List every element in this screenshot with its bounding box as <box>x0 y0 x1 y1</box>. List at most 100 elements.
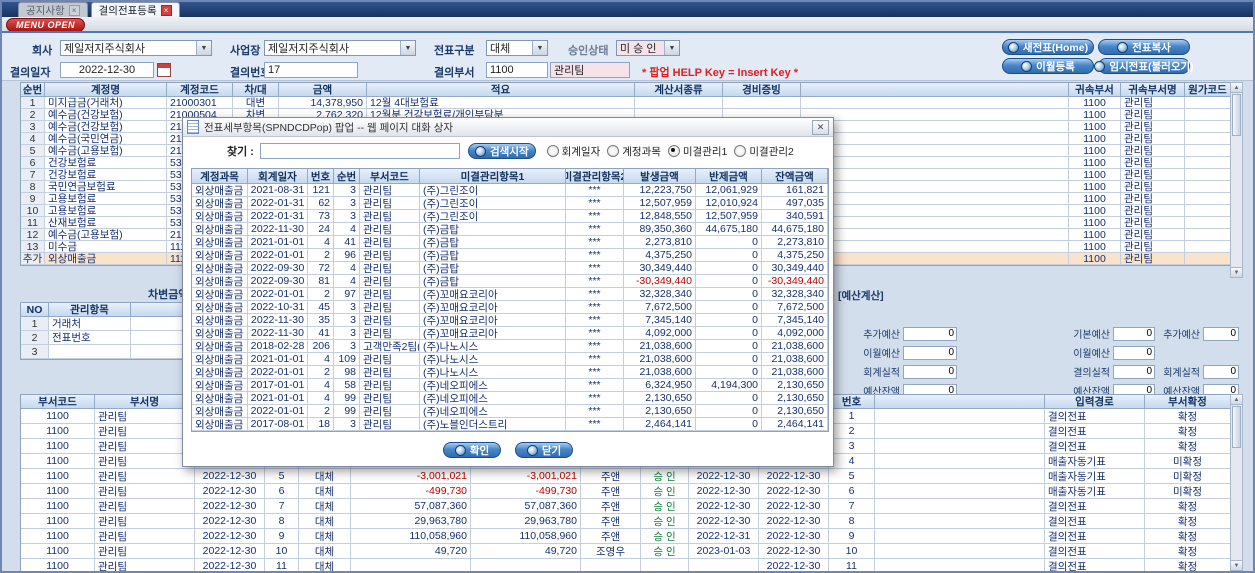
company-select[interactable]: 제일저지주식회사 ▼ <box>60 40 212 56</box>
table-row[interactable]: 외상매출금 2021-08-31 121 3 관리팀 (주)그린조이 *** 12,223,7… <box>192 184 828 197</box>
resolution-no-input[interactable] <box>264 62 358 78</box>
scroll-thumb[interactable] <box>1232 406 1241 448</box>
search-input[interactable] <box>259 143 460 159</box>
cell: 12,507,959 <box>624 197 696 210</box>
scroll-down-icon[interactable]: ▼ <box>1231 560 1242 570</box>
cell: 외상매출금 <box>192 249 248 262</box>
table-row[interactable]: 외상매출금 2022-11-30 24 4 관리팀 (주)금탑 *** 89,350,360 4… <box>192 223 828 236</box>
table-row[interactable]: 외상매출금 2022-01-31 62 3 관리팀 (주)그린조이 *** 12,507,95… <box>192 197 828 210</box>
table-row[interactable]: 외상매출금 2017-01-01 4 58 관리팀 (주)네오피에스 *** 6,324,95… <box>192 379 828 392</box>
cell: 2022-12-30 <box>759 499 829 514</box>
table-row[interactable]: 1100 관리팀 2022-12-30 8 대체 29,963,780 29,963,780… <box>21 514 1231 529</box>
cell: 2022-10-31 <box>248 301 308 314</box>
table-row[interactable]: 1100 관리팀 2022-12-30 11 대체 2022-12-30 11 결의전표 확정 <box>21 559 1231 571</box>
column-header: 미결관리항목2 <box>566 169 624 184</box>
table-row[interactable]: 1100 관리팀 2022-12-30 7 대체 57,087,360 57,087,360… <box>21 499 1231 514</box>
table-row[interactable]: 외상매출금 2022-10-31 45 3 관리팀 (주)꼬매요코리아 *** 7,672,5… <box>192 301 828 314</box>
table-row[interactable]: 외상매출금 2022-01-01 2 96 관리팀 (주)금탑 *** 4,375,250 0 4… <box>192 249 828 262</box>
budget-input[interactable] <box>1113 345 1155 360</box>
carryover-register-button[interactable]: 이월등록 <box>1002 58 1094 74</box>
filter-radio[interactable]: 미결관리2 <box>734 144 794 159</box>
table-row[interactable]: 외상매출금 2022-01-01 2 98 관리팀 (주)나노시스 *** 21,038,60… <box>192 366 828 379</box>
popup-titlebar[interactable]: 전표세부항목(SPNDCDPop) 팝업 -- 웹 페이지 대화 상자 ✕ <box>183 118 833 137</box>
tab-label: 결의전표등록 <box>98 4 157 17</box>
table-row[interactable]: 외상매출금 2022-01-01 2 99 관리팀 (주)네오피에스 *** 2,130,65… <box>192 405 828 418</box>
cell: -499,730 <box>351 484 471 499</box>
copy-voucher-button[interactable]: 전표복사 <box>1098 39 1190 55</box>
scroll-down-icon[interactable]: ▼ <box>1231 267 1242 277</box>
cell: 73 <box>308 210 334 223</box>
close-button[interactable]: 닫기 <box>515 442 573 458</box>
search-start-button[interactable]: 검색시작 <box>467 143 536 159</box>
dept-code-input[interactable] <box>486 62 548 78</box>
table-row[interactable]: 외상매출금 2022-09-30 72 4 관리팀 (주)금탑 *** 30,349,440 0… <box>192 262 828 275</box>
budget-input[interactable] <box>1113 364 1155 379</box>
table-row[interactable]: 외상매출금 2022-09-30 81 4 관리팀 (주)금탑 *** -30,349,440… <box>192 275 828 288</box>
cell: 30,349,440 <box>624 262 696 275</box>
cell: 1100 <box>21 409 95 424</box>
site-select[interactable]: 제일저지주식회사 ▼ <box>264 40 416 56</box>
tab-voucher-register[interactable]: 결의전표등록 × <box>90 2 180 17</box>
filter-radio[interactable]: 회계일자 <box>546 144 600 159</box>
table-row[interactable]: 외상매출금 2021-01-01 4 109 관리팀 (주)나노시스 *** 21,038,6… <box>192 353 828 366</box>
table-row[interactable]: 1 미지급금(거래처) 21000301 대변 14,378,950 12월 4대보험료 1… <box>21 97 1231 109</box>
budget-input[interactable] <box>1113 326 1155 341</box>
cell: 주앤 <box>581 529 641 544</box>
scroll-up-icon[interactable]: ▲ <box>1231 395 1242 405</box>
temp-voucher-load-button[interactable]: 임시전표(불러오기) <box>1094 58 1194 74</box>
approval-status-select[interactable]: 미 승 인 ▼ <box>616 40 680 56</box>
budget-panel-title: [예산계산] <box>838 290 884 302</box>
cell <box>801 133 1069 145</box>
filter-radio[interactable]: 미결관리1 <box>667 144 727 159</box>
tab-notice[interactable]: 공지사항 × <box>18 2 88 17</box>
table-row[interactable]: 외상매출금 2021-01-01 4 41 관리팀 (주)금탑 *** 2,273,810 0 2… <box>192 236 828 249</box>
cell: 외상매출금 <box>192 405 248 418</box>
tab-close-icon[interactable]: × <box>68 4 80 16</box>
cell: (주)금탑 <box>420 223 566 236</box>
table-row[interactable]: 1100 관리팀 2022-12-30 9 대체 110,058,960 110,058,9… <box>21 529 1231 544</box>
table-row[interactable]: 1100 관리팀 2022-12-30 5 대체 -3,001,021 -3,001,021… <box>21 469 1231 484</box>
column-header: 귀속부서 <box>1069 83 1121 97</box>
cell: 주앤 <box>581 484 641 499</box>
company-value: 제일저지주식회사 <box>64 43 145 55</box>
voucher-type-select[interactable]: 대체 ▼ <box>486 40 548 56</box>
table-row[interactable]: 외상매출금 2022-01-31 73 3 관리팀 (주)그린조이 *** 12,848,55… <box>192 210 828 223</box>
cell: 주앤 <box>581 514 641 529</box>
main-table-scrollbar[interactable]: ▲ ▼ <box>1230 82 1243 278</box>
resolution-date-input[interactable] <box>60 62 154 78</box>
filter-radio[interactable]: 계정과목 <box>607 144 661 159</box>
confirm-button[interactable]: 확인 <box>443 442 501 458</box>
new-voucher-button[interactable]: 새전표(Home) <box>1002 39 1094 55</box>
budget-input[interactable] <box>903 326 957 341</box>
table-row[interactable]: 외상매출금2018-02-282063고객만족2팀(JJ(주)나노시스***21… <box>192 340 828 353</box>
table-row[interactable]: 1100 관리팀 2022-12-30 10 대체 49,720 49,720 조영우 승 인2… <box>21 544 1231 559</box>
budget-input[interactable] <box>1203 364 1239 379</box>
cell: 관리팀 <box>1121 145 1185 157</box>
tab-close-icon[interactable]: × <box>160 4 172 16</box>
budget-input[interactable] <box>1203 326 1239 341</box>
cell: 조영우 <box>581 544 641 559</box>
table-row[interactable]: 외상매출금 2022-11-30 35 3 관리팀 (주)꼬매요코리아 *** 7,345,1… <box>192 314 828 327</box>
cell <box>1185 253 1231 265</box>
cell: *** <box>566 236 624 249</box>
budget-input[interactable] <box>903 364 957 379</box>
cell <box>689 559 759 571</box>
popup-close-icon[interactable]: ✕ <box>812 119 829 135</box>
table-row[interactable]: 외상매출금 2022-11-30 41 3 관리팀 (주)꼬매요코리아 *** 4,092,0… <box>192 327 828 340</box>
calendar-icon[interactable] <box>157 63 171 77</box>
cell: 2 <box>308 366 334 379</box>
scroll-up-icon[interactable]: ▲ <box>1231 83 1242 93</box>
column-header: 경비증빙 <box>723 83 801 97</box>
table-row[interactable]: 외상매출금 2021-01-01 4 99 관리팀 (주)네오피에스 *** 2,130,65… <box>192 392 828 405</box>
scroll-thumb[interactable] <box>1232 94 1241 136</box>
budget-input[interactable] <box>903 345 957 360</box>
table-row[interactable]: 1100 관리팀 2022-12-30 6 대체 -499,730 -499,730 주앤 승 … <box>21 484 1231 499</box>
cell: *** <box>566 288 624 301</box>
table-row[interactable]: 외상매출금 2017-08-01 18 3 관리팀 (주)노블인더스트리 *** 2,464,… <box>192 418 828 431</box>
menu-open-badge[interactable]: MENU OPEN <box>6 18 86 32</box>
popup-buttons: 확인 닫기 <box>183 442 833 458</box>
bottom-table-scrollbar[interactable]: ▲ ▼ <box>1230 394 1243 571</box>
cell: 7 <box>265 499 299 514</box>
cell: 21,038,600 <box>624 340 696 353</box>
table-row[interactable]: 외상매출금 2022-01-01 2 97 관리팀 (주)꼬매요코리아 *** 32,328,… <box>192 288 828 301</box>
